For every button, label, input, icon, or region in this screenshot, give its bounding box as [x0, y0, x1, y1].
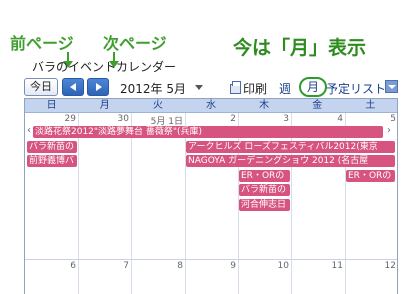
overflow-right-icon[interactable]: ›: [387, 125, 391, 136]
week-row: 29 30 5月 1日 2 3 4 5 ‹ › 淡路花祭2012"淡路夢舞台 薔…: [25, 113, 397, 260]
weekday-fri: 金: [312, 100, 323, 111]
event-bar[interactable]: バラ新苗の: [27, 141, 77, 153]
tab-agenda[interactable]: 予定リスト: [326, 80, 386, 97]
day-number[interactable]: 2: [209, 114, 236, 124]
event-bar[interactable]: バラ新苗の: [239, 184, 290, 196]
next-page-annotation: 次ページ: [103, 34, 167, 53]
day-number[interactable]: 30: [102, 114, 129, 124]
day-number[interactable]: 10: [262, 261, 289, 271]
day-number[interactable]: 6: [49, 261, 76, 271]
current-date-label: 2012年 5月: [120, 82, 186, 96]
day-number[interactable]: 9: [209, 261, 236, 271]
toolbar: 今日 2012年 5月 印刷 週 月 予定リスト: [24, 76, 398, 98]
day-divider: [131, 260, 132, 294]
month-grid: 日 月 火 水 木 金 土 29 30 5月 1日 2 3 4 5 ‹ › 淡路…: [24, 98, 398, 294]
chevron-left-icon: [70, 83, 76, 91]
overflow-left-icon[interactable]: ‹: [27, 125, 31, 136]
day-number[interactable]: 8: [156, 261, 183, 271]
event-bar[interactable]: 前野義博バ: [27, 155, 77, 167]
day-divider: [185, 260, 186, 294]
calendar-title: バラのイベントカレンダー: [32, 60, 177, 74]
event-bar[interactable]: NAGOYA ガーデニングショウ 2012 (名古屋: [186, 155, 395, 167]
prev-page-annotation: 前ページ: [10, 34, 74, 53]
date-dropdown-icon[interactable]: [195, 85, 203, 90]
day-number[interactable]: 4: [316, 114, 343, 124]
weekday-wed: 水: [205, 100, 216, 111]
day-number[interactable]: 7: [102, 261, 129, 271]
print-label: 印刷: [243, 82, 268, 96]
chevron-right-icon: [96, 83, 102, 91]
tab-week[interactable]: 週: [279, 80, 291, 97]
day-number[interactable]: 12: [369, 261, 396, 271]
day-number[interactable]: 3: [262, 114, 289, 124]
event-bar[interactable]: 河合伸志日: [239, 199, 290, 211]
day-number[interactable]: 29: [49, 114, 76, 124]
weekday-tue: 火: [152, 100, 163, 111]
today-button[interactable]: 今日: [24, 78, 58, 96]
day-divider: [291, 260, 292, 294]
next-button[interactable]: [87, 78, 109, 96]
weekday-thu: 木: [259, 100, 270, 111]
event-bar[interactable]: ER・ORの: [346, 170, 395, 182]
prev-button[interactable]: [62, 78, 84, 96]
day-number[interactable]: 11: [316, 261, 343, 271]
weekday-mon: 月: [99, 100, 110, 111]
weekday-sun: 日: [46, 100, 57, 111]
print-button[interactable]: 印刷: [230, 80, 267, 97]
weekday-header: 日 月 火 水 木 金 土: [25, 99, 397, 113]
day-divider: [238, 260, 239, 294]
event-bar[interactable]: ER・ORの: [239, 170, 290, 182]
current-view-annotation: 今は「月」表示: [233, 37, 367, 59]
event-bar[interactable]: 淡路花祭2012"淡路夢舞台 薔薇祭"(兵庫): [33, 126, 383, 138]
event-bar[interactable]: アークヒルズ ローズフェスティバル2012(東京: [186, 141, 395, 153]
day-number[interactable]: 5: [369, 114, 396, 124]
week-row: 6 7 8 9 10 11 12: [25, 260, 397, 294]
view-menu-dropdown[interactable]: [385, 80, 398, 93]
day-divider: [78, 260, 79, 294]
weekday-sat: 土: [365, 100, 376, 111]
printer-icon: [230, 81, 241, 94]
day-divider: [345, 260, 346, 294]
tab-month[interactable]: 月: [299, 77, 327, 97]
